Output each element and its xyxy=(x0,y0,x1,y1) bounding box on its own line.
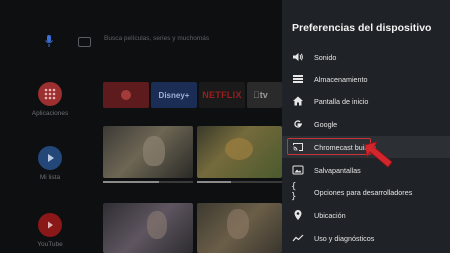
code-braces-icon: { } xyxy=(291,182,297,202)
disney-plus-logo: Disney+ xyxy=(158,90,190,100)
sidebar-item-youtube[interactable]: YouTube xyxy=(26,213,74,248)
home-screen-background: Busca películas, series y muchomás Aplic… xyxy=(0,0,282,253)
screensaver-icon xyxy=(291,163,305,177)
apple-tv-tile[interactable]: tv xyxy=(247,82,282,108)
play-icon xyxy=(38,146,62,170)
sidebar-label: Mi lista xyxy=(39,174,61,181)
menu-item-storage[interactable]: Almacenamiento xyxy=(282,68,450,90)
menu-item-location[interactable]: Ubicación xyxy=(282,204,450,226)
menu-item-label: Google xyxy=(314,119,338,129)
keyboard-icon[interactable] xyxy=(78,37,91,47)
content-thumbnail[interactable] xyxy=(103,126,193,178)
microphone-icon[interactable] xyxy=(44,35,54,47)
panel-title: Preferencias del dispositivo xyxy=(292,22,432,34)
menu-item-developer-options[interactable]: { } Opciones para desarrolladores xyxy=(282,181,450,203)
apple-tv-logo: tv xyxy=(253,90,268,100)
red-app-tile[interactable] xyxy=(103,82,149,108)
youtube-icon xyxy=(38,213,62,237)
menu-item-google[interactable]: Google xyxy=(282,113,450,135)
content-thumbnail[interactable] xyxy=(103,203,193,253)
disney-plus-tile[interactable]: Disney+ xyxy=(151,82,197,108)
netflix-tile[interactable]: NETFLIX xyxy=(199,82,245,108)
watch-progress-bar xyxy=(197,181,282,183)
netflix-logo: NETFLIX xyxy=(202,90,242,100)
menu-item-label: Ubicación xyxy=(314,210,346,220)
annotation-highlight-box xyxy=(287,138,371,155)
sidebar-item-my-list[interactable]: Mi lista xyxy=(26,146,74,181)
menu-item-label: Opciones para desarrolladores xyxy=(314,187,413,197)
location-pin-icon xyxy=(291,208,305,222)
home-icon xyxy=(291,94,305,108)
sidebar-label: YouTube xyxy=(37,241,63,248)
speaker-icon xyxy=(291,50,305,64)
menu-item-label: Pantalla de inicio xyxy=(314,96,369,106)
trend-chart-icon xyxy=(291,231,305,245)
content-thumbnail[interactable] xyxy=(197,203,282,253)
storage-icon xyxy=(291,72,305,86)
sidebar-item-apps[interactable]: Aplicaciones xyxy=(26,82,74,117)
menu-item-usage-diagnostics[interactable]: Uso y diagnósticos xyxy=(282,227,450,249)
menu-item-label: Sonido xyxy=(314,52,337,62)
menu-item-sound[interactable]: Sonido xyxy=(282,46,450,68)
apps-grid-icon xyxy=(38,82,62,106)
menu-item-label: Uso y diagnósticos xyxy=(314,233,375,243)
menu-item-label: Almacenamiento xyxy=(314,74,368,84)
watch-progress-bar xyxy=(103,181,193,183)
menu-item-label: Salvapantallas xyxy=(314,165,361,175)
annotation-arrow-icon xyxy=(364,141,393,168)
red-app-icon xyxy=(121,90,131,100)
sidebar-label: Aplicaciones xyxy=(31,110,69,117)
content-thumbnail[interactable] xyxy=(197,126,282,178)
device-preferences-panel: Preferencias del dispositivo Sonido Alma… xyxy=(282,0,450,253)
menu-item-home-screen[interactable]: Pantalla de inicio xyxy=(282,90,450,112)
google-icon xyxy=(291,117,305,131)
search-input[interactable]: Busca películas, series y muchomás xyxy=(104,35,209,42)
